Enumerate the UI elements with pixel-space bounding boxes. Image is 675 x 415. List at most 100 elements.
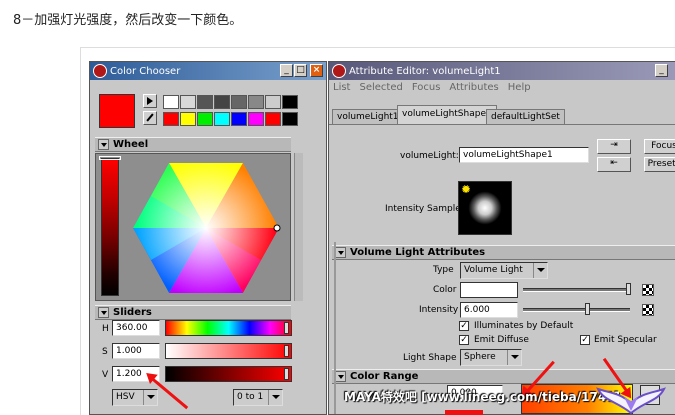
emit-diffuse-checkbox[interactable]: ✓ (459, 335, 469, 345)
color-label: Color (433, 285, 457, 295)
menu-list[interactable]: List (333, 82, 350, 93)
type-label: Type (433, 265, 454, 275)
color-wheel-hexagon[interactable] (131, 158, 281, 298)
color-swatch-1-1[interactable] (180, 112, 196, 126)
color-swatch-0-5[interactable] (248, 95, 264, 109)
color-swatch-1-3[interactable] (214, 112, 230, 126)
color-swatch-1-0[interactable] (163, 112, 179, 126)
current-color-swatch[interactable] (99, 94, 135, 128)
range-select[interactable]: 0 to 1 (233, 389, 283, 406)
s-label: S (102, 347, 108, 357)
close-button[interactable]: × (310, 64, 323, 77)
color-swatch-0-3[interactable] (214, 95, 230, 109)
presets-button[interactable]: Presets (644, 157, 675, 172)
minimize-button[interactable]: _ (655, 64, 668, 77)
sun-icon (462, 185, 470, 193)
emit-diffuse-label: Emit Diffuse (474, 335, 529, 345)
emit-specular-checkbox[interactable]: ✓ (580, 335, 590, 345)
node-name-field[interactable]: volumeLightShape1 (459, 147, 589, 163)
color-swatch-0-6[interactable] (265, 95, 281, 109)
tab-divider (329, 124, 675, 125)
vertical-scrollbar[interactable] (294, 153, 303, 301)
color-chooser-window: Color Chooser _ □ × Wheel Sliders H 360.… (89, 61, 327, 415)
color-swatch[interactable] (460, 282, 518, 298)
select-node-button[interactable]: ⇤ (597, 157, 631, 172)
color-swatch-0-4[interactable] (231, 95, 247, 109)
intensity-map-button-icon[interactable] (642, 304, 654, 316)
collapse-arrow-icon (335, 247, 346, 258)
load-node-button[interactable]: ⇥ (597, 139, 631, 154)
intensity-slider-thumb[interactable] (585, 303, 591, 315)
wheel-picker-marker (273, 224, 281, 232)
intensity-label: Intensity (419, 305, 459, 315)
hue-slider[interactable] (165, 320, 292, 336)
attribute-editor-titlebar[interactable]: Attribute Editor: volumeLight1 _ (329, 62, 675, 80)
light-shape-label: Light Shape (403, 353, 457, 363)
color-swatch-1-6[interactable] (265, 112, 281, 126)
volume-light-section-header[interactable]: Volume Light Attributes (332, 245, 675, 260)
color-swatch-0-2[interactable] (197, 95, 213, 109)
collapse-arrow-icon (98, 307, 109, 318)
illuminates-default-checkbox[interactable]: ✓ (459, 321, 469, 331)
saturation-slider-thumb[interactable] (284, 345, 289, 357)
caption: 8－加强灯光强度，然后改变一下颜色。 (13, 13, 243, 28)
tab-volumelight1[interactable]: volumeLight1 (332, 109, 404, 124)
range-select-value: 0 to 1 (237, 392, 264, 402)
color-swatch-1-4[interactable] (231, 112, 247, 126)
tab-defaultlightset[interactable]: defaultLightSet (486, 109, 565, 124)
color-swatch-1-5[interactable] (248, 112, 264, 126)
type-select-value: Volume Light (464, 265, 523, 275)
scrollbar-right[interactable] (334, 242, 336, 414)
sliders-section-header[interactable]: Sliders (95, 305, 291, 320)
color-map-button-icon[interactable] (642, 284, 654, 296)
color-swatch-0-7[interactable] (282, 95, 298, 109)
chevron-down-icon (507, 350, 521, 365)
maximize-button[interactable]: □ (294, 64, 307, 77)
swatch-palette (163, 95, 301, 129)
color-swatch-1-2[interactable] (197, 112, 213, 126)
color-swatch-0-0[interactable] (163, 95, 179, 109)
menu-bar: List Selected Focus Attributes Help (329, 80, 675, 95)
chevron-down-icon (268, 390, 282, 405)
collapse-arrow-icon (98, 139, 109, 150)
arrow-right-button[interactable] (143, 94, 157, 108)
light-shape-select[interactable]: Sphere (460, 349, 522, 366)
color-slider-thumb[interactable] (626, 283, 631, 295)
menu-help[interactable]: Help (508, 82, 531, 93)
s-field[interactable]: 1.000 (112, 343, 160, 359)
exit-icon: ⇤ (610, 158, 618, 168)
menu-focus[interactable]: Focus (412, 82, 441, 93)
h-field[interactable]: 360.00 (112, 320, 160, 336)
menu-attributes[interactable]: Attributes (449, 82, 498, 93)
color-range-section-label: Color Range (350, 371, 419, 382)
intensity-field[interactable]: 6.000 (460, 302, 518, 318)
attribute-editor-title: Attribute Editor: volumeLight1 (349, 65, 501, 77)
color-chooser-title: Color Chooser (110, 65, 181, 77)
value-slider-thumb[interactable] (284, 368, 289, 380)
minimize-button[interactable]: _ (280, 64, 293, 77)
value-strip-marker[interactable] (99, 156, 121, 160)
value-slider[interactable] (165, 366, 292, 382)
enter-icon: ⇥ (610, 140, 618, 150)
mode-select[interactable]: HSV (112, 389, 158, 406)
wheel-section-header[interactable]: Wheel (95, 137, 291, 152)
type-select[interactable]: Volume Light (460, 262, 548, 279)
play-icon (147, 97, 153, 105)
color-slider[interactable] (523, 288, 630, 292)
hue-slider-thumb[interactable] (284, 322, 289, 334)
color-swatch-1-7[interactable] (282, 112, 298, 126)
color-chooser-titlebar[interactable]: Color Chooser _ □ × (90, 62, 326, 80)
tab-volumelightshape1[interactable]: volumeLightShape1 (397, 105, 497, 124)
h-label: H (102, 324, 109, 334)
intensity-slider[interactable] (523, 308, 630, 312)
intensity-sample-swatch (458, 181, 512, 235)
menu-selected[interactable]: Selected (359, 82, 402, 93)
mode-select-value: HSV (116, 392, 135, 402)
value-strip[interactable] (101, 158, 119, 296)
highlight-bar (445, 410, 483, 415)
saturation-slider[interactable] (165, 343, 292, 359)
focus-button[interactable]: Focus (644, 139, 675, 154)
maya-logo-icon (93, 64, 107, 78)
color-swatch-0-1[interactable] (180, 95, 196, 109)
eyedropper-button[interactable] (143, 111, 157, 125)
